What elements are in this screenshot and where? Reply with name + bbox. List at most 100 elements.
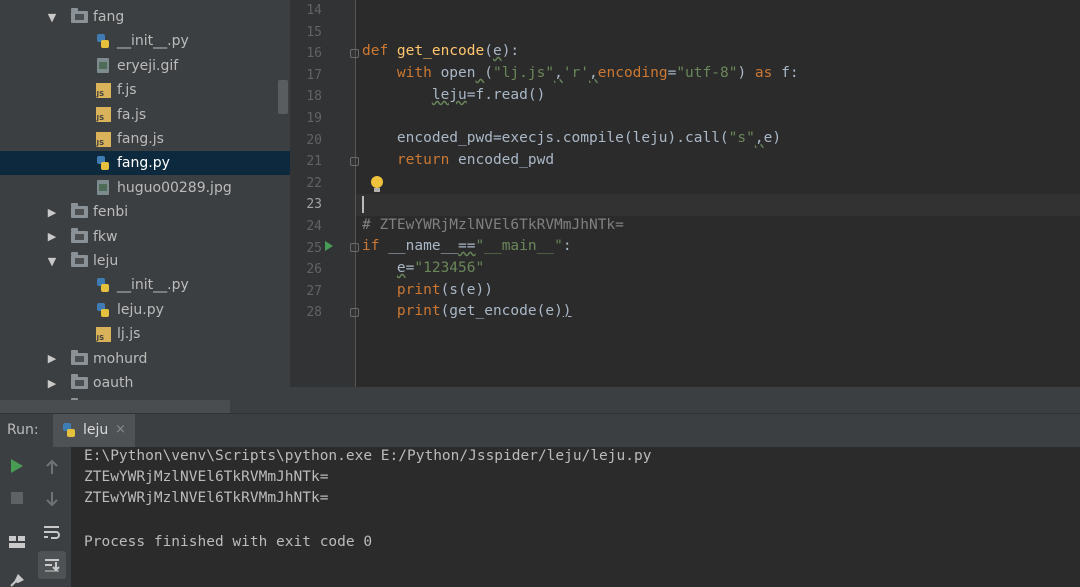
code-line-25[interactable]: if __name__=="__main__": <box>362 238 572 254</box>
fold-marker-icon[interactable] <box>350 157 359 166</box>
current-line-highlight <box>356 194 1080 216</box>
fold-marker-icon[interactable] <box>350 49 359 58</box>
line-number: 21 <box>306 154 322 170</box>
tree-file[interactable]: JS fang.js <box>0 127 290 151</box>
console-line: E:\Python\venv\Scripts\python.exe E:/Pyt… <box>84 448 652 464</box>
scroll-to-end-button[interactable] <box>38 551 66 579</box>
arrow-down-icon[interactable] <box>44 490 60 508</box>
tree-folder-mohurd[interactable]: ▶ mohurd <box>0 347 290 371</box>
folder-icon <box>70 203 88 220</box>
code-line-20[interactable]: encoded_pwd=execjs.compile(leju).call("s… <box>362 130 781 146</box>
chevron-right-icon[interactable]: ▶ <box>46 377 58 390</box>
js-file-icon: JS <box>94 326 112 342</box>
line-number: 22 <box>306 175 322 191</box>
code-line-21[interactable]: return encoded_pwd <box>362 152 554 168</box>
tree-file[interactable]: JS lj.js <box>0 322 290 346</box>
tree-folder-leju[interactable]: ▼ leju <box>0 249 290 273</box>
tree-item-label: lj.js <box>117 326 141 343</box>
soft-wrap-icon[interactable] <box>43 524 61 540</box>
close-icon[interactable]: × <box>115 422 126 437</box>
tree-item-label: fenbi <box>93 204 129 221</box>
chevron-right-icon[interactable]: ▶ <box>46 206 58 219</box>
tree-item-label: eryeji.gif <box>117 57 179 74</box>
tree-folder-fang[interactable]: ▼ fang <box>0 5 290 29</box>
code-line-18[interactable]: leju=f.read() <box>362 87 546 103</box>
tree-item-label: f.js <box>117 82 137 99</box>
line-number: 27 <box>306 283 322 299</box>
chevron-down-icon[interactable]: ▼ <box>46 255 58 268</box>
tree-item-label: leju.py <box>117 301 164 318</box>
folder-icon <box>70 8 88 25</box>
code-line-16[interactable]: def get_encode(e): <box>362 43 519 59</box>
folder-icon <box>70 252 88 269</box>
line-number: 15 <box>306 24 322 40</box>
tree-item-label: oauth <box>93 375 134 391</box>
line-number: 16 <box>306 46 322 62</box>
code-line-17[interactable]: with open ("lj.js",'r',encoding="utf-8")… <box>362 65 799 81</box>
layout-icon[interactable] <box>8 534 26 550</box>
folder-icon <box>70 227 88 245</box>
console-output[interactable] <box>71 447 1080 587</box>
fold-marker-icon[interactable] <box>350 243 359 252</box>
python-file-icon <box>94 155 112 171</box>
tree-item-label: huguo00289.jpg <box>117 179 232 196</box>
tree-folder-oauth[interactable]: ▶ oauth <box>0 371 290 395</box>
tree-file[interactable]: __init__.py <box>0 29 290 53</box>
tree-item-label: fa.js <box>117 106 147 123</box>
console-line: ZTEwYWRjMzlNVEl6TkRVMmJhNTk= <box>84 469 329 485</box>
line-number: 19 <box>306 111 322 126</box>
tree-file[interactable]: JS fa.js <box>0 103 290 127</box>
image-file-icon <box>94 180 112 196</box>
python-file-icon <box>94 33 112 49</box>
folder-icon <box>70 349 88 367</box>
python-file-icon <box>94 277 112 293</box>
console-line: Process finished with exit code 0 <box>84 534 373 550</box>
tree-item-label: __init__.py <box>117 277 189 294</box>
tree-file[interactable]: leju.py <box>0 298 290 322</box>
arrow-up-icon[interactable] <box>44 458 60 476</box>
run-label: Run: <box>7 422 39 438</box>
image-file-icon <box>94 58 112 74</box>
code-line-27[interactable]: print(s(e)) <box>362 282 493 298</box>
chevron-right-icon[interactable]: ▶ <box>46 230 58 243</box>
scroll-to-end-icon <box>45 559 60 572</box>
line-number: 24 <box>306 219 322 234</box>
js-file-icon: JS <box>94 107 112 123</box>
line-number: 25 <box>306 240 322 256</box>
tree-horizontal-scrollbar[interactable] <box>0 400 230 413</box>
line-number: 28 <box>306 305 322 321</box>
project-tree: ▼ fang __init__.py eryeji.gif JS f.js JS fa.js J… <box>0 0 290 413</box>
tree-file[interactable]: fang.py <box>0 151 290 176</box>
tree-file[interactable]: eryeji.gif <box>0 54 290 78</box>
pin-icon[interactable] <box>10 572 26 587</box>
chevron-right-icon[interactable]: ▶ <box>46 352 58 365</box>
tree-item-label: leju <box>93 253 119 269</box>
folder-icon <box>70 374 88 391</box>
code-line-28[interactable]: print(get_encode(e)) <box>362 303 572 319</box>
line-number: 18 <box>306 89 322 105</box>
stop-icon[interactable] <box>11 492 23 504</box>
tree-item-label: __init__.py <box>117 33 189 50</box>
code-line-24[interactable]: # ZTEwYWRjMzlNVEl6TkRVMmJhNTk= <box>362 217 624 233</box>
console-line: ZTEwYWRjMzlNVEl6TkRVMmJhNTk= <box>84 490 329 506</box>
tree-folder-fkw[interactable]: ▶ fkw <box>0 225 290 249</box>
tree-scrollbar[interactable] <box>278 80 288 114</box>
tree-item-label: fang.js <box>117 131 164 147</box>
tree-file[interactable]: __init__.py <box>0 273 290 297</box>
js-file-icon: JS <box>94 131 112 147</box>
run-toolbar: Run: leju × <box>0 413 1080 447</box>
line-number: 26 <box>306 262 322 278</box>
text-caret <box>362 196 364 213</box>
tree-file[interactable]: JS f.js <box>0 78 290 102</box>
run-tab-leju[interactable]: leju × <box>53 414 135 447</box>
fold-marker-icon[interactable] <box>350 308 359 317</box>
line-number: 17 <box>306 67 322 83</box>
intention-bulb-icon[interactable] <box>371 176 383 192</box>
chevron-down-icon[interactable]: ▼ <box>46 11 58 24</box>
tree-folder-fenbi[interactable]: ▶ fenbi <box>0 200 290 224</box>
code-line-26[interactable]: e="123456" <box>362 260 484 276</box>
tree-file[interactable]: huguo00289.jpg <box>0 176 290 200</box>
python-file-icon <box>94 302 112 318</box>
run-gutter-icon[interactable] <box>325 241 333 251</box>
rerun-icon[interactable] <box>10 458 24 474</box>
